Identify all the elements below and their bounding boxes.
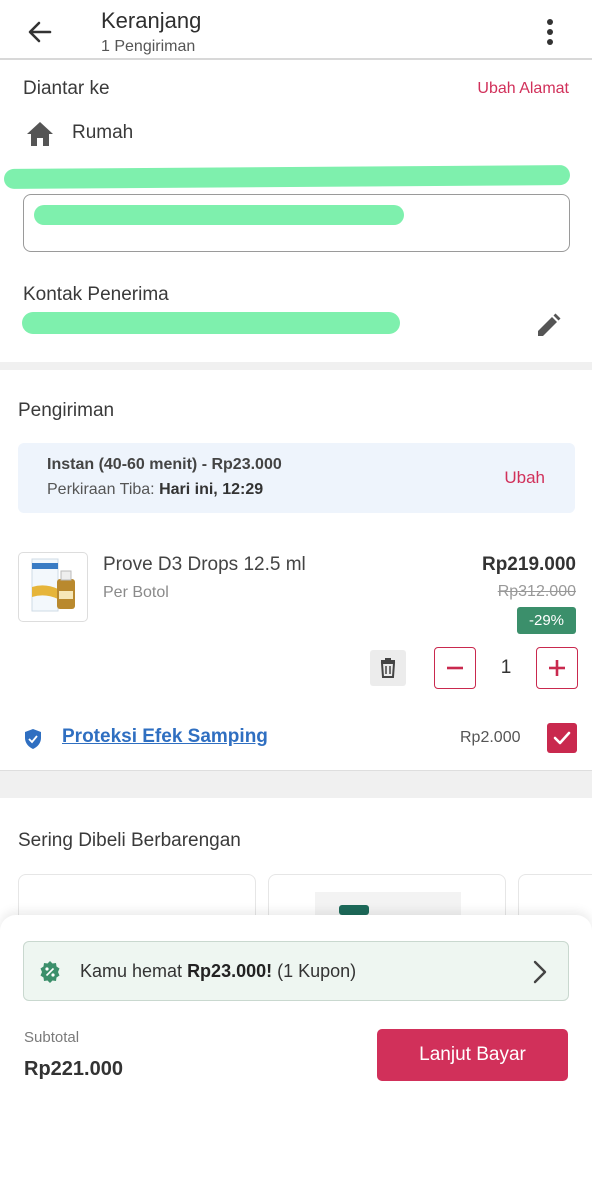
redacted-address-note bbox=[34, 205, 404, 225]
page-subtitle: 1 Pengiriman bbox=[101, 38, 196, 55]
product-price: Rp219.000 bbox=[481, 554, 576, 575]
minus-icon bbox=[447, 666, 463, 670]
edit-pencil-icon[interactable] bbox=[534, 312, 562, 340]
more-options-button[interactable] bbox=[538, 14, 562, 50]
coupon-suffix: (1 Kupon) bbox=[272, 961, 357, 981]
delivered-to-label: Diantar ke bbox=[23, 78, 110, 99]
side-effect-protection-link[interactable]: Proteksi Efek Samping bbox=[62, 726, 268, 748]
coupon-prefix: Kamu hemat bbox=[80, 961, 188, 981]
coupon-banner[interactable]: Kamu hemat Rp23.000! (1 Kupon) bbox=[23, 941, 569, 1001]
shield-icon bbox=[25, 729, 41, 749]
discount-badge: -29% bbox=[517, 607, 576, 634]
product-unit: Per Botol bbox=[103, 584, 169, 601]
shipping-label: Pengiriman bbox=[18, 400, 115, 421]
page-title: Keranjang bbox=[101, 8, 202, 33]
eta-label: Perkiraan Tiba: bbox=[47, 481, 155, 498]
recipient-contact-label: Kontak Penerima bbox=[23, 284, 169, 305]
decrease-quantity-button[interactable] bbox=[434, 647, 476, 689]
delivery-address-section: Diantar ke Ubah Alamat Rumah Kontak Pene… bbox=[0, 62, 592, 362]
coupon-percent-icon bbox=[40, 961, 60, 983]
increase-quantity-button[interactable] bbox=[536, 647, 578, 689]
bought-together-label: Sering Dibeli Berbarengan bbox=[18, 830, 241, 851]
product-image bbox=[339, 905, 369, 915]
change-address-link[interactable]: Ubah Alamat bbox=[477, 80, 569, 98]
delete-item-button[interactable] bbox=[370, 650, 406, 686]
product-image bbox=[31, 558, 75, 612]
subtotal-label: Subtotal bbox=[24, 1029, 80, 1046]
back-arrow-icon bbox=[28, 21, 52, 43]
product-name[interactable]: Prove D3 Drops 12.5 ml bbox=[103, 554, 306, 576]
frequently-bought-together-section: Sering Dibeli Berbarengan bbox=[0, 798, 592, 934]
redacted-recipient-contact bbox=[22, 312, 400, 334]
subtotal-value: Rp221.000 bbox=[24, 1058, 123, 1080]
coupon-savings-text: Kamu hemat Rp23.000! (1 Kupon) bbox=[80, 961, 356, 982]
home-icon bbox=[27, 122, 53, 146]
eta-value: Hari ini, 12:29 bbox=[159, 481, 264, 498]
section-divider bbox=[0, 362, 592, 370]
trash-icon bbox=[380, 658, 396, 678]
coupon-amount: Rp23.000! bbox=[187, 961, 273, 981]
protection-price: Rp2.000 bbox=[460, 729, 521, 746]
checkmark-icon bbox=[553, 731, 571, 745]
change-shipping-button[interactable]: Ubah bbox=[504, 468, 545, 488]
protection-checkbox[interactable] bbox=[547, 723, 577, 753]
checkout-bottom-sheet: Kamu hemat Rp23.000! (1 Kupon) Subtotal … bbox=[0, 915, 592, 1200]
product-original-price: Rp312.000 bbox=[497, 583, 576, 600]
address-note-field[interactable] bbox=[23, 194, 570, 252]
more-vertical-icon bbox=[547, 19, 553, 45]
shipping-eta: Perkiraan Tiba: Hari ini, 12:29 bbox=[47, 481, 263, 499]
chevron-right-icon bbox=[533, 960, 547, 984]
plus-icon bbox=[549, 660, 565, 676]
quantity-value[interactable]: 1 bbox=[480, 657, 532, 679]
address-place-label: Rumah bbox=[72, 122, 134, 143]
section-divider bbox=[0, 770, 592, 798]
redacted-address-line bbox=[3, 165, 571, 189]
shipping-method-text: Instan (40-60 menit) - Rp23.000 bbox=[47, 456, 282, 473]
continue-payment-button[interactable]: Lanjut Bayar bbox=[377, 1029, 568, 1081]
shipping-section: Pengiriman Instan (40-60 menit) - Rp23.0… bbox=[0, 370, 592, 770]
back-button[interactable] bbox=[22, 14, 58, 50]
product-thumbnail[interactable] bbox=[18, 552, 88, 622]
top-app-bar: Keranjang 1 Pengiriman bbox=[0, 0, 592, 60]
shipping-method-box[interactable]: Instan (40-60 menit) - Rp23.000 Perkiraa… bbox=[18, 443, 575, 513]
